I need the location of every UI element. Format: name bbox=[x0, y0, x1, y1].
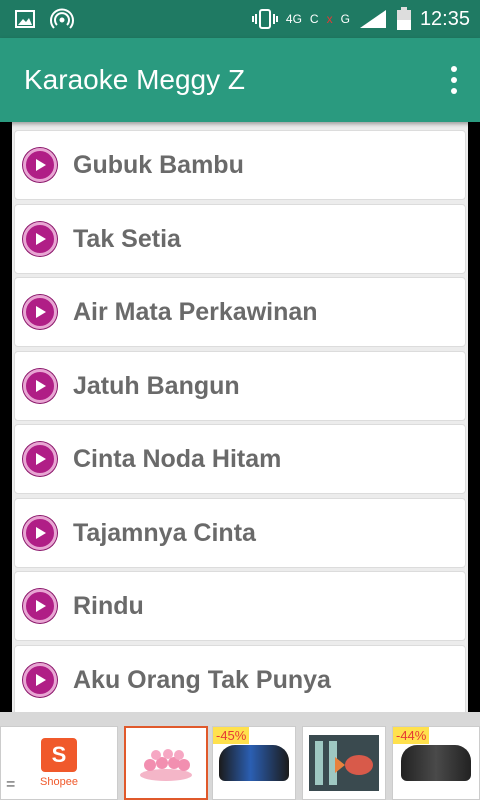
discount-badge: -44% bbox=[393, 727, 430, 744]
play-icon bbox=[23, 222, 57, 256]
product-shoe-black-thumbnail[interactable]: -44% bbox=[392, 726, 480, 800]
shoe-image bbox=[401, 745, 471, 781]
product-fish-thumbnail[interactable] bbox=[302, 726, 386, 800]
ad-banner[interactable]: S Shopee = -45% -44% bbox=[0, 712, 480, 800]
song-title: Air Mata Perkawinan bbox=[73, 297, 318, 326]
network-type: 4G bbox=[285, 12, 302, 26]
song-title: Aku Orang Tak Punya bbox=[73, 665, 331, 694]
play-icon bbox=[23, 663, 57, 697]
song-list[interactable]: Gubuk Bambu Tak Setia Air Mata Perkawina… bbox=[0, 122, 480, 712]
shopee-ad[interactable]: S Shopee bbox=[0, 726, 118, 800]
song-item-cinta-noda-hitam[interactable]: Cinta Noda Hitam bbox=[14, 424, 466, 494]
play-icon bbox=[23, 516, 57, 550]
vibrate-icon bbox=[251, 9, 278, 29]
product-cups-thumbnail[interactable] bbox=[124, 726, 208, 800]
song-item-tak-setia[interactable]: Tak Setia bbox=[14, 204, 466, 274]
song-item-gubuk-bambu[interactable]: Gubuk Bambu bbox=[14, 130, 466, 200]
hotspot-icon bbox=[50, 8, 74, 29]
song-item-rindu[interactable]: Rindu bbox=[14, 571, 466, 641]
song-title: Rindu bbox=[73, 591, 144, 620]
carrier-c: C bbox=[309, 12, 319, 26]
cups-image bbox=[140, 749, 192, 781]
image-icon bbox=[15, 10, 35, 28]
play-icon bbox=[23, 442, 57, 476]
play-icon bbox=[23, 589, 57, 623]
overflow-menu-icon[interactable] bbox=[446, 60, 462, 100]
signal-type: G bbox=[340, 12, 350, 26]
song-title: Cinta Noda Hitam bbox=[73, 444, 282, 473]
ad-menu-icon[interactable]: = bbox=[6, 776, 15, 794]
shopee-brand: Shopee bbox=[40, 776, 78, 788]
battery-icon bbox=[396, 7, 411, 30]
shopee-bag-icon: S bbox=[41, 738, 77, 772]
song-item-jatuh-bangun[interactable]: Jatuh Bangun bbox=[14, 351, 466, 421]
play-icon bbox=[23, 369, 57, 403]
status-bar: 4G C x G 12:35 bbox=[0, 0, 480, 38]
song-title: Gubuk Bambu bbox=[73, 150, 244, 179]
song-item-aku-orang-tak-punya[interactable]: Aku Orang Tak Punya bbox=[14, 645, 466, 712]
clock: 12:35 bbox=[419, 7, 470, 30]
no-sim-mark: x bbox=[326, 12, 333, 26]
song-item-air-mata-perkawinan[interactable]: Air Mata Perkawinan bbox=[14, 277, 466, 347]
app-bar: Karaoke Meggy Z bbox=[0, 38, 480, 122]
fish-image bbox=[309, 735, 379, 791]
song-item-tajamnya-cinta[interactable]: Tajamnya Cinta bbox=[14, 498, 466, 568]
play-icon bbox=[23, 295, 57, 329]
song-title: Tak Setia bbox=[73, 224, 181, 253]
shoe-image bbox=[219, 745, 289, 781]
discount-badge: -45% bbox=[213, 727, 250, 744]
signal-icon bbox=[359, 10, 386, 28]
song-title: Jatuh Bangun bbox=[73, 371, 240, 400]
product-shoe-blue-thumbnail[interactable]: -45% bbox=[212, 726, 296, 800]
song-title: Tajamnya Cinta bbox=[73, 518, 256, 547]
app-title: Karaoke Meggy Z bbox=[24, 64, 245, 95]
play-icon bbox=[23, 148, 57, 182]
